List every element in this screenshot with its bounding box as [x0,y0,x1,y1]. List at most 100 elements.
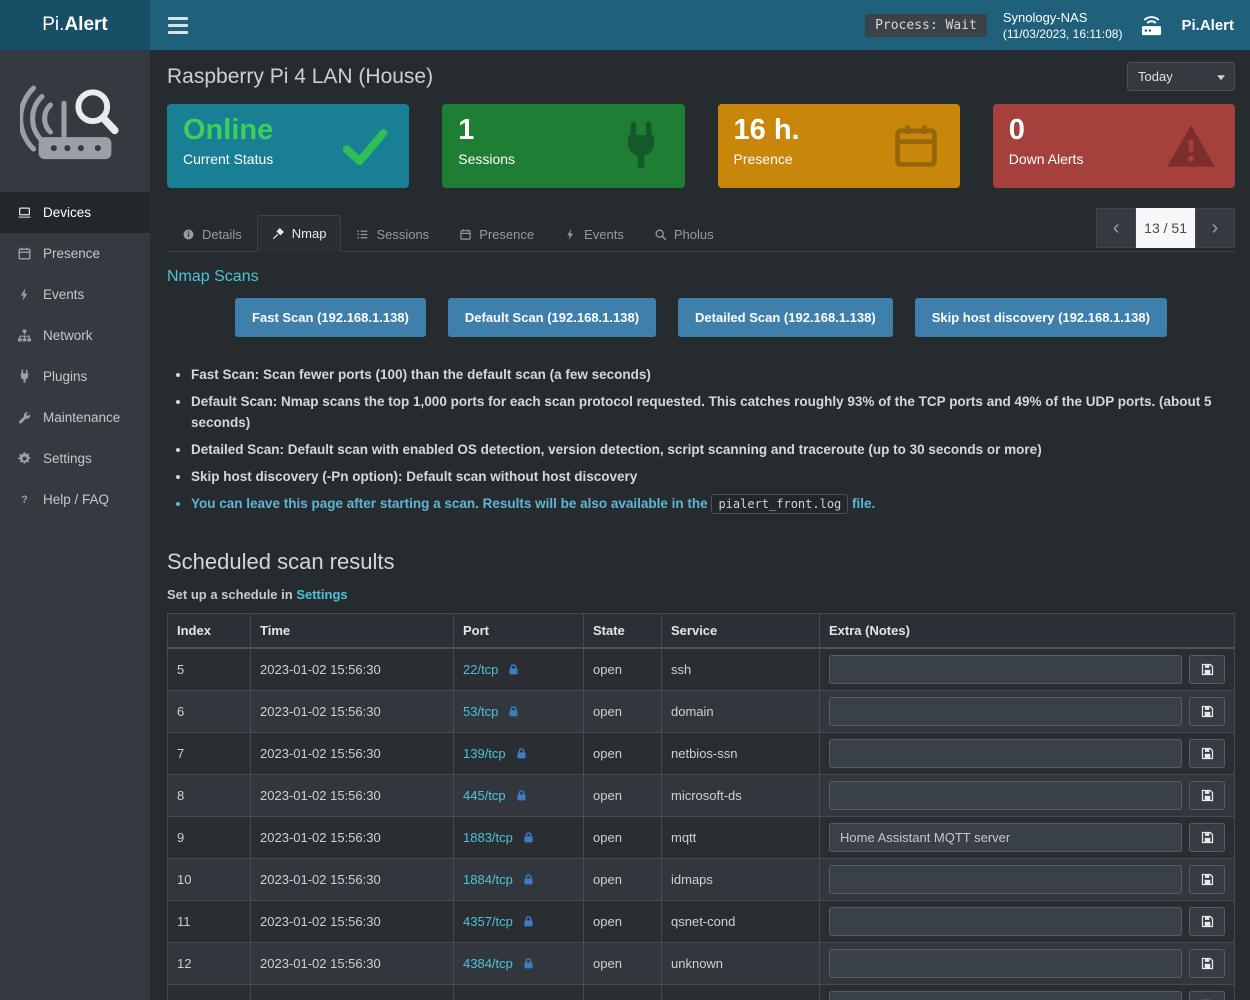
save-note-button[interactable] [1189,697,1225,726]
port-link[interactable]: 22/tcp [463,662,498,677]
skip-host-discovery-192-168-1-138-button[interactable]: Skip host discovery (192.168.1.138) [915,298,1167,337]
sidebar-item-label: Help / FAQ [43,492,109,507]
page-head: Raspberry Pi 4 LAN (House) Today [167,62,1235,91]
save-note-button[interactable] [1189,781,1225,810]
period-select[interactable]: Today [1127,62,1235,91]
save-icon [1200,788,1215,803]
sidebar-item-network[interactable]: Network [0,315,150,356]
save-note-button[interactable] [1189,865,1225,894]
tab-events[interactable]: Events [549,215,639,252]
cell-state: open [584,942,662,984]
tab-details[interactable]: Details [167,215,257,252]
status-card-down-alerts: 0Down Alerts [993,104,1235,188]
save-icon [1200,704,1215,719]
bolt-icon [17,287,32,302]
scan-info-bullet: Fast Scan: Scan fewer ports (100) than t… [191,365,1235,385]
router-search-logo [0,50,150,192]
sidebar-item-events[interactable]: Events [0,274,150,315]
sidebar-item-plugins[interactable]: Plugins [0,356,150,397]
port-link[interactable]: 1884/tcp [463,872,513,887]
process-status-badge: Process: Wait [865,14,987,37]
nmap-panel: Nmap Scans Fast Scan (192.168.1.138)Defa… [167,268,1235,1000]
scan-info-bullet: Detailed Scan: Default scan with enabled… [191,440,1235,460]
scan-result-row: 112023-01-02 15:56:304357/tcpopenqsnet-c… [168,900,1235,942]
note-input[interactable] [829,865,1182,894]
save-note-button[interactable] [1189,739,1225,768]
tab-presence[interactable]: Presence [444,215,549,252]
lock-icon [507,705,520,718]
cell-index: 10 [168,858,251,900]
default-scan-192-168-1-138-button[interactable]: Default Scan (192.168.1.138) [448,298,656,337]
cell-state: open [584,690,662,732]
port-link[interactable]: 4357/tcp [463,914,513,929]
sidebar-item-settings[interactable]: Settings [0,438,150,479]
calendar-icon [459,228,472,241]
status-card-current-status: OnlineCurrent Status [167,104,409,188]
save-note-button[interactable] [1189,907,1225,936]
cell-port: 53/tcp [454,690,584,732]
save-icon [1200,956,1215,971]
cell-service: netbios-ssn [662,732,820,774]
cell-index: 8 [168,774,251,816]
subtitle-text: Set up a schedule in [167,587,293,602]
logo-text: Pi.Alert [42,14,107,36]
save-note-button[interactable] [1189,991,1225,1000]
status-card-sessions: 1Sessions [442,104,684,188]
sidebar-item-maintenance[interactable]: Maintenance [0,397,150,438]
cell-service: mqtt [662,816,820,858]
note-input[interactable] [829,907,1182,936]
note-input[interactable] [829,949,1182,978]
note-input[interactable] [829,781,1182,810]
nas-info: Synology-NAS (11/03/2023, 16:11:08) [1003,10,1123,41]
note-input[interactable] [829,991,1182,1000]
save-note-button[interactable] [1189,823,1225,852]
cell-port: 4384/tcp [454,942,584,984]
prev-page-button[interactable]: ‹ [1096,208,1136,248]
port-link[interactable]: 139/tcp [463,746,506,761]
cell-port: 139/tcp [454,732,584,774]
save-note-button[interactable] [1189,655,1225,684]
scan-result-row: 102023-01-02 15:56:301884/tcpopenidmaps [168,858,1235,900]
fast-scan-192-168-1-138-button[interactable]: Fast Scan (192.168.1.138) [235,298,426,337]
sidebar-item-presence[interactable]: Presence [0,233,150,274]
cell-state: open [584,774,662,816]
hamburger-menu-button[interactable] [166,13,190,38]
tab-sessions[interactable]: Sessions [341,215,444,252]
save-note-button[interactable] [1189,949,1225,978]
tab-label: Nmap [292,226,327,241]
wrench-icon [17,410,32,425]
sidebar-item-devices[interactable]: Devices [0,192,150,233]
port-link[interactable]: 53/tcp [463,704,498,719]
note-input[interactable] [829,697,1182,726]
sidebar-item-help-faq[interactable]: ?Help / FAQ [0,479,150,520]
scan-buttons: Fast Scan (192.168.1.138) Default Scan (1… [167,298,1235,337]
list-icon [356,228,369,241]
port-link[interactable]: 445/tcp [463,788,506,803]
port-link[interactable]: 4384/tcp [463,956,513,971]
sidebar-item-label: Network [43,328,93,343]
search-icon [654,228,667,241]
detailed-scan-192-168-1-138-button[interactable]: Detailed Scan (192.168.1.138) [678,298,893,337]
tab-nmap[interactable]: Nmap [257,215,342,252]
note-input[interactable] [829,739,1182,768]
cell-notes [820,858,1235,900]
cell-index: 6 [168,690,251,732]
tab-pholus[interactable]: Pholus [639,215,729,252]
sidebar-item-label: Maintenance [43,410,120,425]
cell-port: 445/tcp [454,774,584,816]
info-icon [182,228,195,241]
tab-label: Details [202,227,242,242]
cell-notes [820,984,1235,1000]
cell-time: 2023-01-02 15:56:30 [251,984,454,1000]
save-icon [1200,830,1215,845]
note-bullet: You can leave this page after starting a… [191,494,1235,514]
plug-icon [615,120,667,172]
sidebar-item-label: Presence [43,246,100,261]
note-input[interactable] [829,823,1182,852]
port-link[interactable]: 1883/tcp [463,830,513,845]
cell-time: 2023-01-02 15:56:30 [251,690,454,732]
cell-state: open [584,816,662,858]
next-page-button[interactable]: › [1195,208,1235,248]
settings-link[interactable]: Settings [296,587,347,602]
note-input[interactable] [829,655,1182,684]
